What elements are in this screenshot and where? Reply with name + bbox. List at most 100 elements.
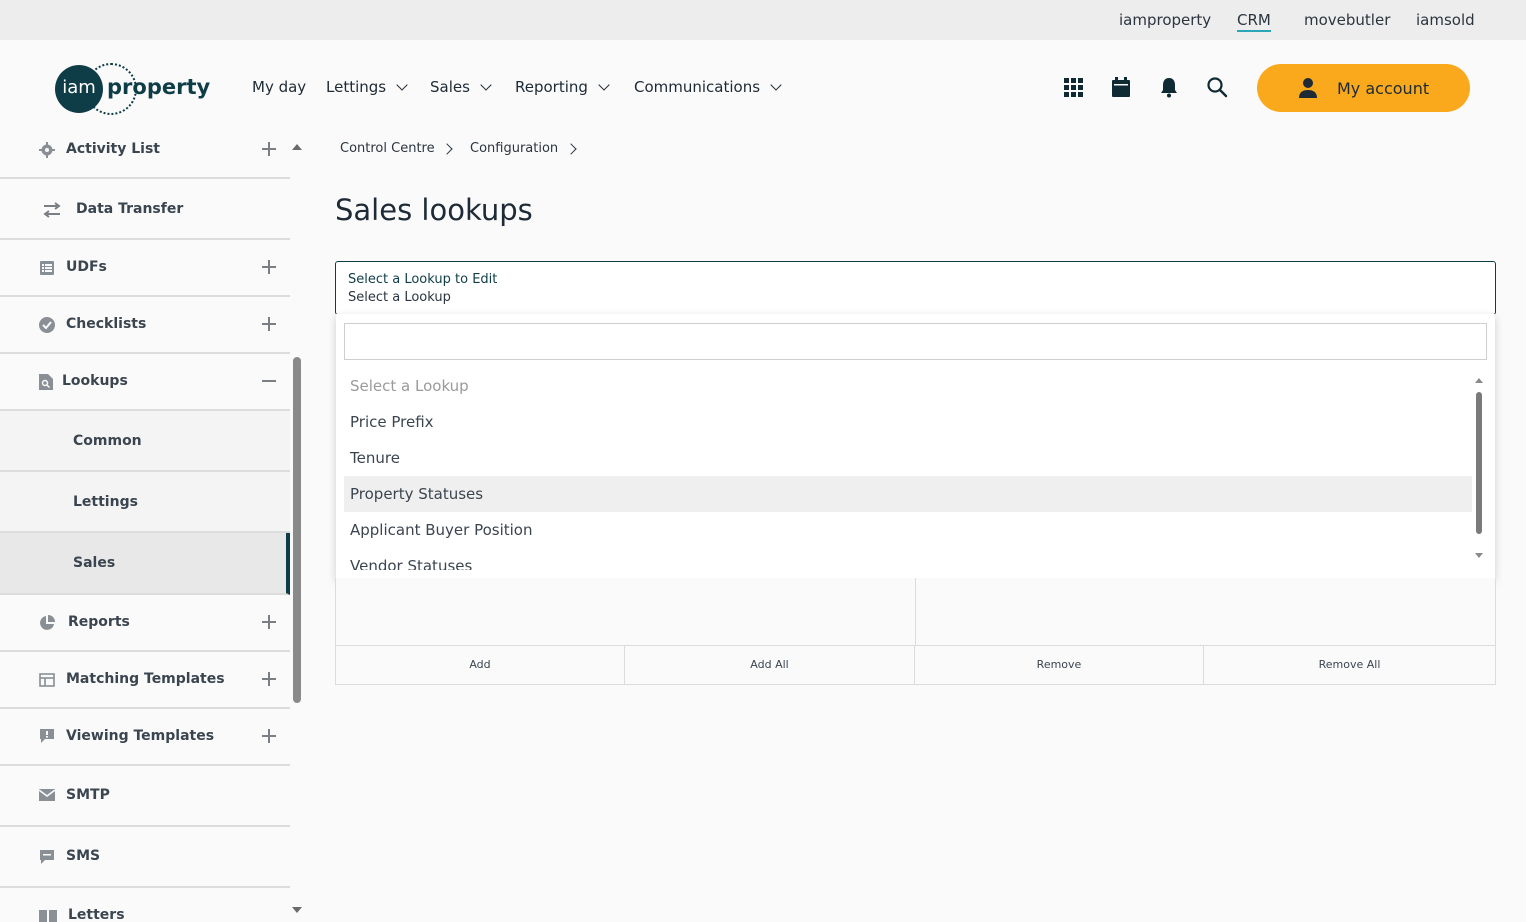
lookup-search-input[interactable] <box>344 323 1487 360</box>
sidebar-item-lookups[interactable]: Lookups <box>0 354 290 411</box>
chevron-down-icon <box>396 79 408 91</box>
sidebar-item-checklists[interactable]: Checklists <box>0 297 290 354</box>
sidebar-item-label: Matching Templates <box>66 671 225 687</box>
topbar-link-movebutler[interactable]: movebutler <box>1304 11 1390 29</box>
sidebar-item-reports[interactable]: Reports <box>0 595 290 652</box>
sidebar-subitem-lettings[interactable]: Lettings <box>0 472 290 533</box>
chevron-right-icon <box>565 143 577 155</box>
remove-all-button[interactable]: Remove All <box>1204 646 1495 684</box>
lookup-select-label: Select a Lookup to Edit <box>348 272 498 287</box>
breadcrumb-control-centre[interactable]: Control Centre <box>340 141 435 156</box>
top-utility-bar: iamproperty CRM movebutler iamsold <box>0 0 1526 40</box>
sidebar-item-label: Lettings <box>73 494 138 510</box>
logo-word: property <box>107 75 211 99</box>
calendar-icon[interactable] <box>1110 76 1134 100</box>
nav-label: Lettings <box>326 78 387 96</box>
plus-icon[interactable] <box>262 317 276 331</box>
sidebar-item-label: Sales <box>73 555 116 571</box>
minus-icon[interactable] <box>262 374 276 388</box>
chevron-down-icon <box>770 79 782 91</box>
sidebar-item-activity-list[interactable]: Activity List <box>0 120 290 179</box>
sidebar-item-sms[interactable]: SMS <box>0 827 290 888</box>
lookup-option[interactable]: Vendor Statuses <box>344 548 1472 570</box>
logo-circle: iam <box>55 65 103 113</box>
my-account-button[interactable]: My account <box>1257 64 1470 112</box>
page-title: Sales lookups <box>335 193 533 227</box>
add-button[interactable]: Add <box>336 646 625 684</box>
dropdown-scroll-up-icon[interactable] <box>1474 376 1484 384</box>
apps-grid-icon[interactable] <box>1062 76 1086 100</box>
nav-communications[interactable]: Communications <box>634 78 782 96</box>
list-action-row: Add Add All Remove Remove All <box>336 645 1495 684</box>
nav-label: Communications <box>634 78 761 96</box>
dropdown-scroll-thumb[interactable] <box>1476 392 1482 534</box>
sidebar-item-label: SMTP <box>66 787 110 803</box>
plus-icon[interactable] <box>262 260 276 274</box>
chevron-down-icon <box>598 79 610 91</box>
search-icon[interactable] <box>1206 76 1230 100</box>
scroll-down-arrow-icon[interactable] <box>292 906 302 914</box>
topbar-link-iamproperty[interactable]: iamproperty <box>1119 11 1211 29</box>
lookup-option[interactable]: Price Prefix <box>344 404 1472 440</box>
nav-reporting[interactable]: Reporting <box>515 78 610 96</box>
lookup-option[interactable]: Tenure <box>344 440 1472 476</box>
lookup-option-highlighted[interactable]: Property Statuses <box>344 476 1472 512</box>
sidebar-item-smtp[interactable]: SMTP <box>0 766 290 827</box>
remove-button[interactable]: Remove <box>915 646 1204 684</box>
scroll-up-arrow-icon[interactable] <box>292 143 302 151</box>
chevron-down-icon <box>480 79 492 91</box>
sidebar-item-label: UDFs <box>66 259 107 275</box>
sidebar-item-label: Lookups <box>62 373 128 389</box>
add-all-button[interactable]: Add All <box>625 646 915 684</box>
template-icon <box>39 672 55 688</box>
file-search-icon <box>39 374 55 390</box>
nav-label: Reporting <box>515 78 588 96</box>
envelope-icon <box>38 788 56 804</box>
list-icon <box>39 260 55 276</box>
sidebar-subitem-common[interactable]: Common <box>0 411 290 472</box>
lookup-options-list: Select a Lookup Price Prefix Tenure Prop… <box>344 368 1472 570</box>
sidebar-item-letters[interactable]: Letters <box>0 888 290 922</box>
check-circle-icon <box>39 317 55 333</box>
topbar-link-crm[interactable]: CRM <box>1237 11 1271 32</box>
nav-lettings[interactable]: Lettings <box>326 78 408 96</box>
lookup-dropdown: Select a Lookup Price Prefix Tenure Prop… <box>336 314 1495 578</box>
sidebar-item-label: Common <box>73 433 142 449</box>
nav-sales[interactable]: Sales <box>430 78 492 96</box>
plus-icon[interactable] <box>262 672 276 686</box>
pie-chart-icon <box>39 615 55 631</box>
nav-my-day[interactable]: My day <box>252 78 306 96</box>
sidebar-item-viewing-templates[interactable]: Viewing Templates <box>0 709 290 766</box>
sms-icon <box>39 849 55 865</box>
nav-label: Sales <box>430 78 470 96</box>
sidebar-item-matching-templates[interactable]: Matching Templates <box>0 652 290 709</box>
chevron-right-icon <box>441 143 453 155</box>
sidebar-item-label: Data Transfer <box>76 201 184 217</box>
alert-message-icon <box>39 728 55 744</box>
bell-icon[interactable] <box>1158 76 1182 100</box>
lookup-select-value: Select a Lookup <box>348 290 451 305</box>
gear-icon <box>39 142 55 158</box>
sidebar-subitem-sales[interactable]: Sales <box>0 533 290 595</box>
nav-label: My day <box>252 78 307 96</box>
sidebar-scroll-thumb[interactable] <box>293 357 301 703</box>
sidebar-item-label: SMS <box>66 848 101 864</box>
topbar-link-iamsold[interactable]: iamsold <box>1416 11 1475 29</box>
breadcrumb-configuration[interactable]: Configuration <box>470 141 558 156</box>
sidebar-item-data-transfer[interactable]: Data Transfer <box>0 179 290 240</box>
sidebar-item-udfs[interactable]: UDFs <box>0 240 290 297</box>
person-icon <box>1297 77 1319 103</box>
plus-icon[interactable] <box>262 615 276 629</box>
plus-icon[interactable] <box>262 729 276 743</box>
plus-icon[interactable] <box>262 142 276 156</box>
iamproperty-logo[interactable]: iam property <box>55 63 210 115</box>
sidebar-item-label: Activity List <box>66 141 160 157</box>
lookup-select[interactable]: Select a Lookup to Edit Select a Lookup <box>335 261 1496 315</box>
letters-icon <box>39 908 57 922</box>
transfer-arrows-icon <box>41 202 63 218</box>
lookup-option[interactable]: Applicant Buyer Position <box>344 512 1472 548</box>
control-centre-sidebar: Activity List Data Transfer UDFs Checkli… <box>0 120 290 922</box>
lookup-option[interactable]: Select a Lookup <box>344 368 1472 404</box>
sidebar-item-label: Viewing Templates <box>66 728 215 744</box>
dropdown-scroll-down-icon[interactable] <box>1474 552 1484 560</box>
